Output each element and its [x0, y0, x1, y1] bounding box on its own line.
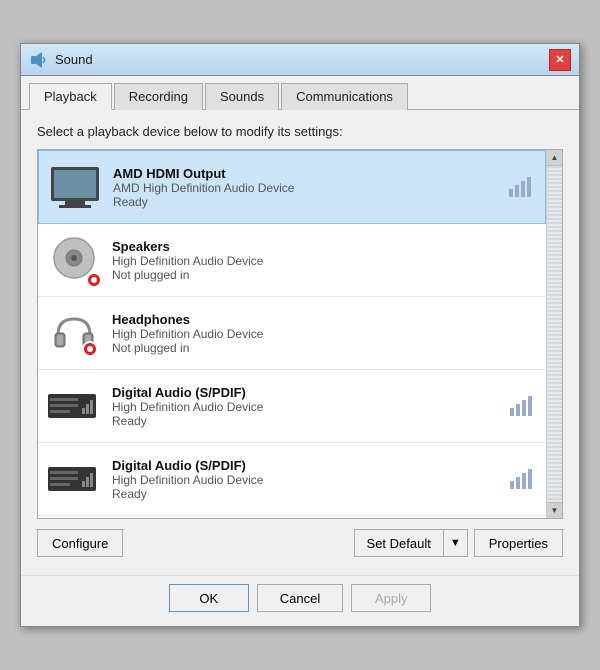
footer: OK Cancel Apply [21, 575, 579, 626]
close-button[interactable]: ✕ [549, 49, 571, 71]
set-default-dropdown-button[interactable]: ▼ [443, 529, 468, 557]
scroll-track [547, 166, 562, 502]
device-icon-headphone [48, 307, 100, 359]
signal-bars-amd-hdmi [509, 177, 531, 197]
speaker-icon [29, 50, 49, 70]
device-driver-digital1: High Definition Audio Device [112, 400, 510, 414]
device-list-inner[interactable]: AMD HDMI Output AMD High Definition Audi… [38, 150, 546, 518]
tab-bar: Playback Recording Sounds Communications [21, 76, 579, 110]
scroll-down-button[interactable]: ▼ [547, 502, 563, 518]
device-name-headphones: Headphones [112, 312, 536, 327]
device-name-digital2: Digital Audio (S/PDIF) [112, 458, 510, 473]
properties-button[interactable]: Properties [474, 529, 563, 557]
device-driver-headphones: High Definition Audio Device [112, 327, 536, 341]
scrollbar[interactable]: ▲ ▼ [546, 150, 562, 518]
title-bar: Sound ✕ [21, 44, 579, 76]
device-icon-digital2 [48, 453, 100, 505]
set-default-group: Set Default ▼ [354, 529, 468, 557]
speaker-red-dot [86, 272, 102, 288]
device-status-headphones: Not plugged in [112, 341, 536, 355]
device-name-digital1: Digital Audio (S/PDIF) [112, 385, 510, 400]
device-info-amd-hdmi: AMD HDMI Output AMD High Definition Audi… [113, 166, 509, 209]
signal-bars-digital1 [510, 396, 532, 416]
device-driver-digital2: High Definition Audio Device [112, 473, 510, 487]
device-item-digital2[interactable]: Digital Audio (S/PDIF) High Definition A… [38, 443, 546, 516]
title-bar-left: Sound [29, 50, 93, 70]
device-name-amd-hdmi: AMD HDMI Output [113, 166, 509, 181]
cancel-button[interactable]: Cancel [257, 584, 343, 612]
device-status-amd-hdmi: Ready [113, 195, 509, 209]
scroll-up-button[interactable]: ▲ [547, 150, 563, 166]
set-default-button[interactable]: Set Default [354, 529, 443, 557]
device-icon-speaker [48, 234, 100, 286]
device-item-digital1[interactable]: Digital Audio (S/PDIF) High Definition A… [38, 370, 546, 443]
device-driver-amd-hdmi: AMD High Definition Audio Device [113, 181, 509, 195]
device-item-headphones[interactable]: Headphones High Definition Audio Device … [38, 297, 546, 370]
ok-button[interactable]: OK [169, 584, 249, 612]
device-item-amd-hdmi[interactable]: AMD HDMI Output AMD High Definition Audi… [38, 150, 546, 224]
device-status-digital1: Ready [112, 414, 510, 428]
sound-dialog: Sound ✕ Playback Recording Sounds Commun… [20, 43, 580, 627]
device-info-digital2: Digital Audio (S/PDIF) High Definition A… [112, 458, 510, 501]
configure-button[interactable]: Configure [37, 529, 123, 557]
bottom-buttons: Configure Set Default ▼ Properties [37, 519, 563, 565]
tab-playback[interactable]: Playback [29, 83, 112, 110]
instruction-text: Select a playback device below to modify… [37, 124, 563, 139]
device-icon-tv [49, 161, 101, 213]
tab-sounds[interactable]: Sounds [205, 83, 279, 110]
device-name-speakers: Speakers [112, 239, 536, 254]
device-item-speakers[interactable]: Speakers High Definition Audio Device No… [38, 224, 546, 297]
tab-recording[interactable]: Recording [114, 83, 203, 110]
apply-button[interactable]: Apply [351, 584, 431, 612]
right-buttons: Set Default ▼ Properties [354, 529, 563, 557]
dropdown-arrow-icon: ▼ [450, 537, 461, 549]
device-info-digital1: Digital Audio (S/PDIF) High Definition A… [112, 385, 510, 428]
device-driver-speakers: High Definition Audio Device [112, 254, 536, 268]
window-title: Sound [55, 52, 93, 67]
device-info-headphones: Headphones High Definition Audio Device … [112, 312, 536, 355]
tab-content: Select a playback device below to modify… [21, 110, 579, 575]
device-status-digital2: Ready [112, 487, 510, 501]
signal-bars-digital2 [510, 469, 532, 489]
device-icon-digital1 [48, 380, 100, 432]
device-info-speakers: Speakers High Definition Audio Device No… [112, 239, 536, 282]
device-status-speakers: Not plugged in [112, 268, 536, 282]
device-list: AMD HDMI Output AMD High Definition Audi… [37, 149, 563, 519]
headphone-red-dot [82, 341, 98, 357]
tab-communications[interactable]: Communications [281, 83, 408, 110]
